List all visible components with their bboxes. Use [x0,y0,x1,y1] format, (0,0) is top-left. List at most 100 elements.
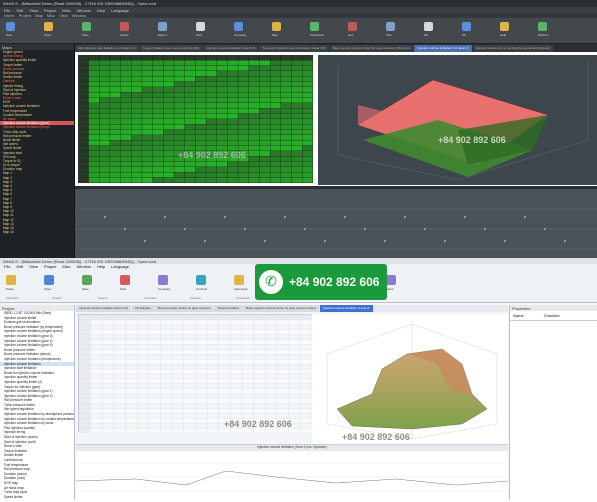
ribbon-button-compare[interactable] [234,22,243,31]
ribbon-button-export[interactable] [158,22,167,31]
map-cell[interactable] [125,427,138,434]
map-cell[interactable] [248,71,260,77]
map-cell[interactable] [227,87,238,93]
map-cell[interactable] [288,364,301,370]
ribbon-button-2d[interactable] [424,22,433,31]
menu-item-edit[interactable]: Edit [16,8,23,13]
map-cell[interactable] [148,349,161,355]
map-cell[interactable] [241,339,254,345]
map-cell[interactable] [206,167,217,173]
map-cell[interactable] [216,135,228,141]
map-cell[interactable] [206,368,219,375]
map-cell[interactable] [195,334,208,340]
map-cell[interactable] [163,71,174,77]
map-cell[interactable] [276,334,289,340]
map-cell[interactable] [142,81,153,87]
map-cell[interactable] [183,359,196,365]
map-cell[interactable] [88,151,100,157]
map-cell[interactable] [110,135,121,141]
map-cell[interactable] [241,344,254,350]
map-cell[interactable] [288,339,301,345]
map-cell[interactable] [88,71,100,77]
map-cell[interactable] [270,145,281,151]
map-cell[interactable] [280,172,292,178]
doc-tab[interactable]: Torque limitation [214,305,243,312]
map-cell[interactable] [265,329,278,335]
ribbon-button-map[interactable] [272,22,281,31]
map-cell[interactable] [259,140,270,146]
map-cell[interactable] [216,65,228,71]
map-cell[interactable] [195,413,208,419]
map-cell[interactable] [174,172,185,178]
tree-item[interactable]: Speed limiter [0,495,74,500]
map-cell[interactable] [78,145,89,151]
map-cell[interactable] [216,177,228,183]
map-cell[interactable] [300,393,313,399]
map-cell[interactable] [218,324,231,330]
map-cell[interactable] [253,354,266,360]
map-cell[interactable] [241,324,254,330]
map-cell[interactable] [288,324,301,330]
map-cell[interactable] [142,124,153,130]
map-cell[interactable] [172,398,184,404]
map-cell[interactable] [302,156,313,162]
map-cell[interactable] [120,65,132,71]
map-cell[interactable] [206,81,217,87]
map-cell[interactable] [280,81,292,87]
map-cell[interactable] [248,145,260,151]
map-cell[interactable] [253,359,266,365]
map-cell[interactable] [90,398,103,404]
map-cell[interactable] [184,161,196,167]
map-cell[interactable] [142,103,153,109]
map-cell[interactable] [120,103,132,109]
map-cell[interactable] [142,145,153,151]
map-cell[interactable] [248,151,260,157]
map-cell[interactable] [291,76,303,82]
ribbon-button-open[interactable] [44,22,53,31]
map-cell[interactable] [280,177,292,183]
map-cell[interactable] [206,334,219,340]
map-cell[interactable] [137,418,150,424]
map-cell[interactable] [163,135,174,141]
map-cell[interactable] [152,108,164,114]
map-cell[interactable] [110,60,121,66]
map-cell[interactable] [142,129,153,135]
map-cell[interactable] [137,344,150,350]
map-cell[interactable] [160,354,173,360]
map-cell[interactable] [110,103,121,109]
map-cell[interactable] [125,344,138,350]
map-cell[interactable] [253,373,266,380]
doc-tab[interactable]: Injection volume limitation 1-6 (level 2… [414,45,472,52]
map-cell[interactable] [137,319,150,325]
map-cell[interactable] [248,81,260,87]
map-cell[interactable] [227,119,238,125]
doc-tab[interactable]: Torque limitation due to one tomorrow (2… [139,45,203,52]
map-cell[interactable] [131,145,142,151]
map-cell[interactable] [160,423,173,429]
map-cell[interactable] [195,324,208,330]
map-cell[interactable] [99,55,110,61]
map-cell[interactable] [172,344,184,350]
map-cell[interactable] [131,87,142,93]
map-cell[interactable] [265,324,278,330]
map-cell[interactable] [99,108,110,114]
map-cell[interactable] [90,388,103,394]
map-cell[interactable] [216,60,228,66]
map-cell[interactable] [125,383,138,389]
map-cell[interactable] [88,87,100,93]
map-cell[interactable] [160,383,173,389]
map-cell[interactable] [259,108,270,114]
map-cell[interactable] [137,403,150,409]
map-cell[interactable] [78,161,89,167]
map-cell[interactable] [230,368,243,375]
map-cell[interactable] [172,354,184,360]
map-cell[interactable] [276,378,289,384]
map-cell[interactable] [163,140,174,146]
map-cell[interactable] [206,423,219,429]
map-cell[interactable] [302,113,313,119]
map-cell[interactable] [259,103,270,109]
map-cell[interactable] [184,81,196,87]
map-cell[interactable] [183,329,196,335]
map-cell[interactable] [230,329,243,335]
map-cell[interactable] [302,55,313,61]
